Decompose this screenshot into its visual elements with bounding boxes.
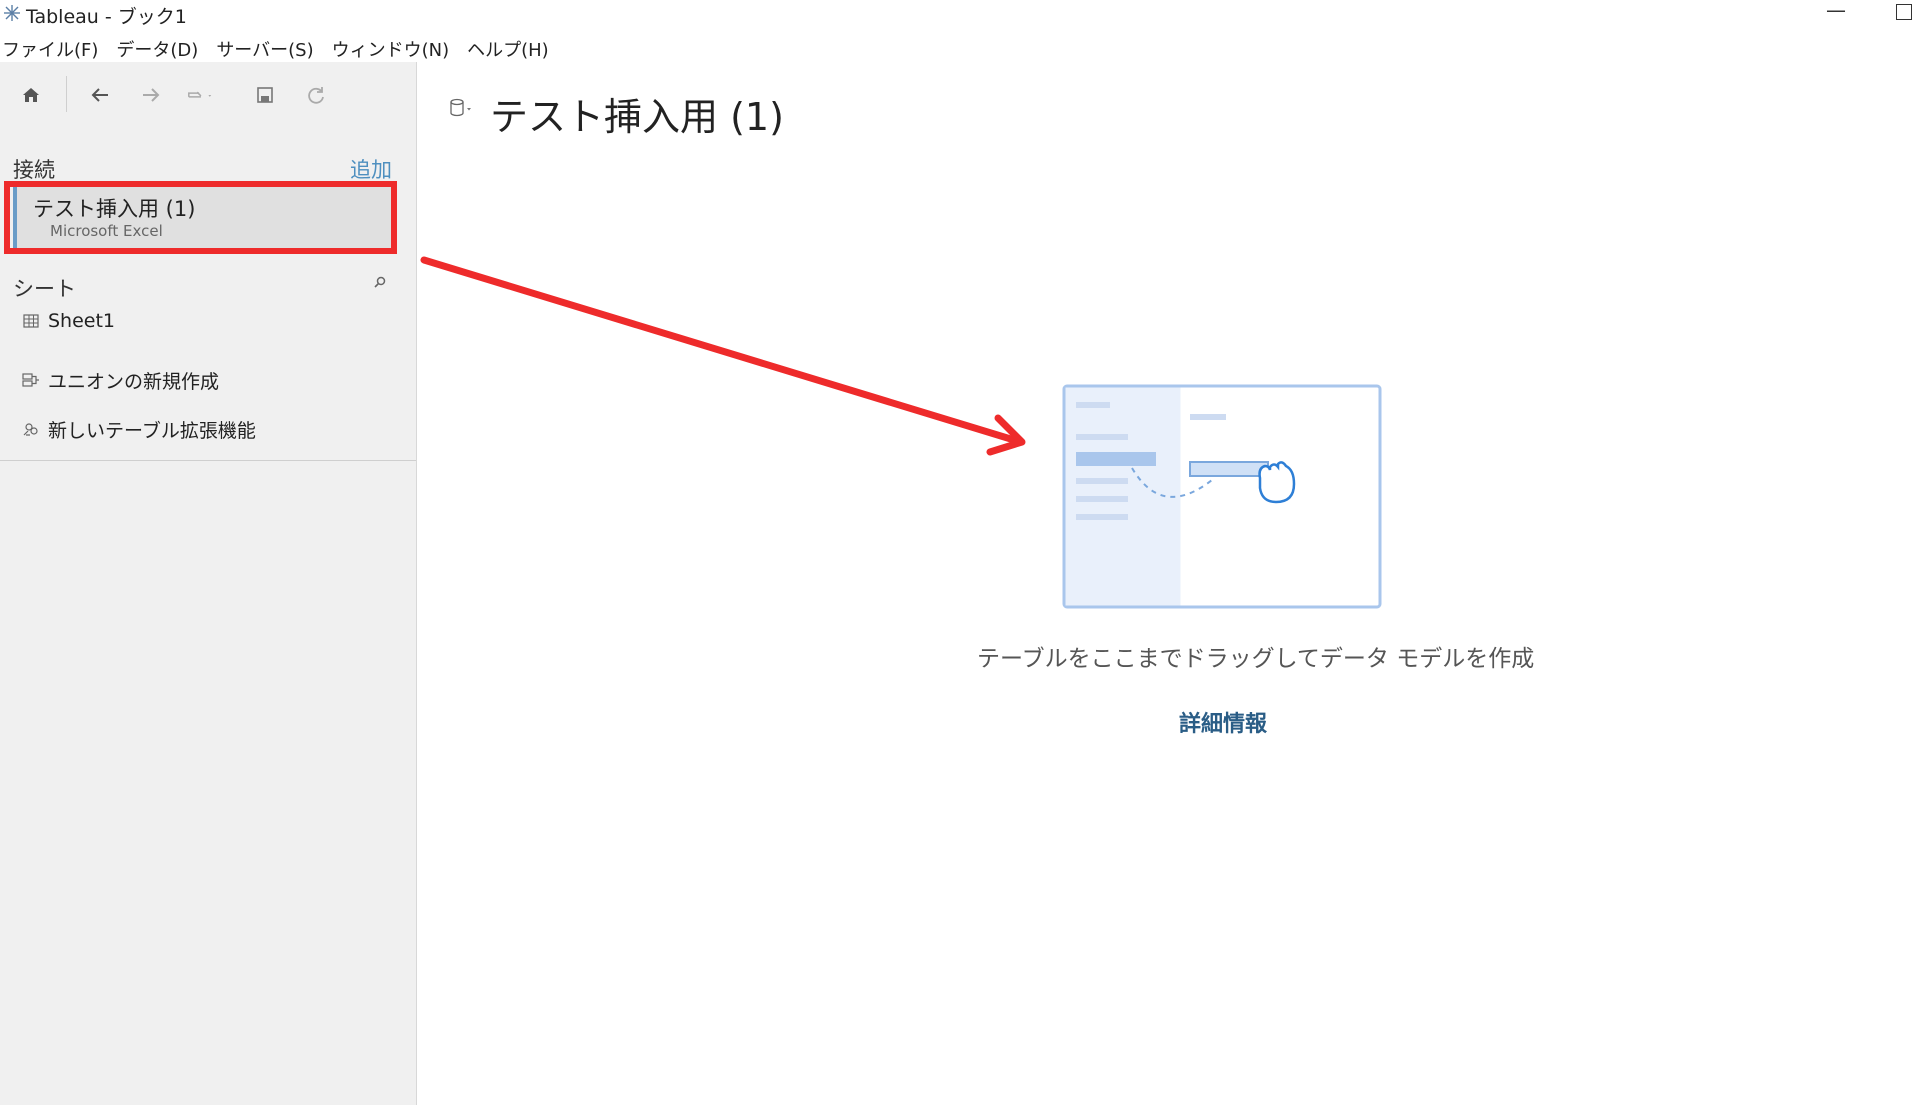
connections-heading: 接続	[13, 158, 55, 182]
sheet-label: Sheet1	[48, 310, 116, 332]
maximize-button[interactable]	[1896, 4, 1912, 20]
sheet-search-button[interactable]	[372, 275, 392, 295]
learn-more-link[interactable]: 詳細情報	[1123, 706, 1323, 738]
table-grid-icon	[20, 310, 42, 332]
connection-type: Microsoft Excel	[50, 222, 163, 240]
redo-button[interactable]	[186, 81, 214, 109]
window-title: Tableau - ブック1	[26, 6, 187, 28]
new-table-extension-item[interactable]: 新しいテーブル拡張機能	[20, 415, 256, 443]
union-icon	[20, 369, 42, 391]
refresh-button[interactable]	[302, 81, 330, 109]
drag-table-illustration	[1062, 384, 1382, 609]
menu-server[interactable]: サーバー(S)	[216, 36, 313, 61]
back-button[interactable]	[86, 81, 114, 109]
save-button[interactable]	[251, 81, 279, 109]
title-bar: Tableau - ブック1 —	[0, 0, 1917, 28]
datasource-title[interactable]: テスト挿入用 (1)	[490, 86, 784, 141]
data-source-canvas[interactable]: テスト挿入用 (1) テーブルをここまでドラッグしてデータ モデルを作成 詳細情…	[417, 62, 1917, 1105]
connection-item[interactable]: テスト挿入用 (1) Microsoft Excel	[13, 184, 392, 250]
back-arrow-icon	[91, 88, 108, 102]
toolbar-separator	[66, 76, 67, 112]
new-union-label: ユニオンの新規作成	[48, 370, 220, 393]
home-button[interactable]	[17, 81, 45, 109]
sheet-item-sheet1[interactable]: Sheet1	[20, 307, 115, 335]
tableau-logo-icon	[4, 5, 20, 21]
forward-button[interactable]	[137, 81, 165, 109]
add-connection-link[interactable]: 追加	[350, 154, 392, 184]
sheets-heading: シート	[13, 277, 76, 301]
forward-arrow-icon	[143, 88, 160, 102]
home-icon	[23, 88, 39, 102]
toolbar	[0, 62, 416, 128]
save-icon	[257, 87, 273, 103]
menu-window[interactable]: ウィンドウ(N)	[332, 36, 450, 61]
table-extension-icon	[20, 418, 42, 440]
refresh-icon	[308, 87, 324, 104]
menu-bar: ファイル(F) データ(D) サーバー(S) ウィンドウ(N) ヘルプ(H)	[0, 36, 565, 61]
menu-data[interactable]: データ(D)	[116, 36, 198, 61]
new-union-item[interactable]: ユニオンの新規作成	[20, 366, 219, 394]
minimize-button[interactable]: —	[1826, 0, 1846, 22]
search-icon	[374, 276, 386, 288]
redo-icon	[188, 91, 212, 98]
data-source-sidebar: 接続 追加 テスト挿入用 (1) Microsoft Excel シート She…	[0, 62, 417, 1105]
connection-name: テスト挿入用 (1)	[33, 197, 196, 221]
menu-file[interactable]: ファイル(F)	[2, 36, 98, 61]
sidebar-divider	[0, 460, 416, 461]
datasource-cylinder-icon[interactable]	[449, 98, 473, 120]
new-table-extension-label: 新しいテーブル拡張機能	[48, 419, 256, 442]
menu-help[interactable]: ヘルプ(H)	[467, 36, 549, 61]
drop-hint-text: テーブルをここまでドラッグしてデータ モデルを作成	[977, 646, 1535, 672]
